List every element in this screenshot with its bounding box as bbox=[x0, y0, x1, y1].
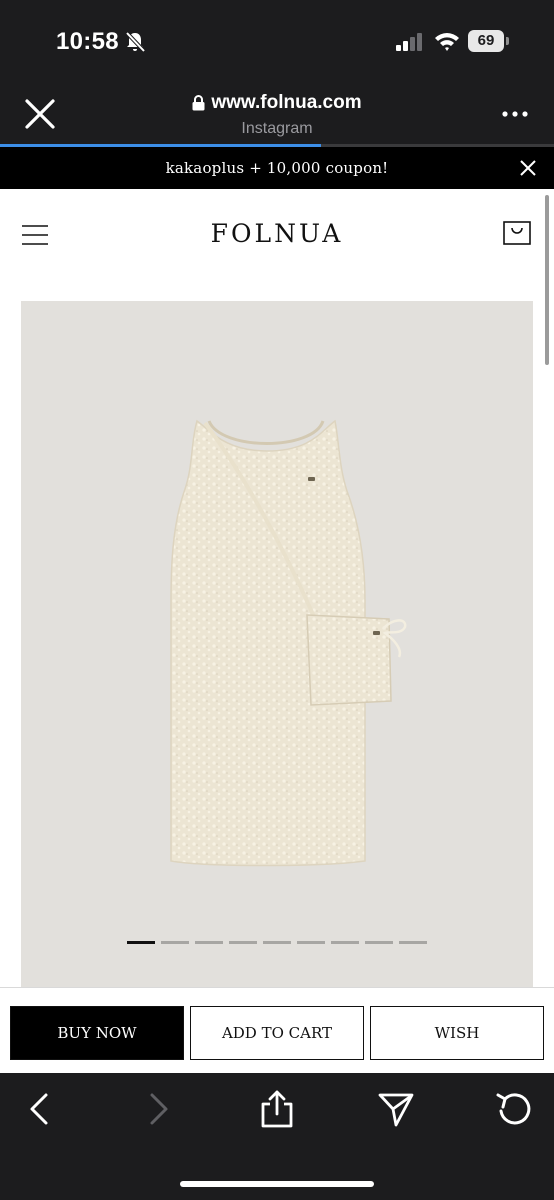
forward-icon bbox=[150, 1093, 168, 1125]
product-image[interactable] bbox=[21, 301, 533, 987]
browser-header: www.folnua.com Instagram bbox=[0, 84, 554, 146]
scrollbar[interactable] bbox=[545, 195, 549, 365]
pager-dot-6[interactable] bbox=[297, 941, 325, 944]
wish-button[interactable]: WISH bbox=[370, 1006, 544, 1060]
brand-logo[interactable]: FOLNUA bbox=[0, 219, 554, 248]
purchase-action-bar: BUY NOW ADD TO CART WISH bbox=[0, 987, 554, 1073]
status-time: 10:58 bbox=[56, 28, 119, 55]
pager-dot-4[interactable] bbox=[229, 941, 257, 944]
pager-dot-8[interactable] bbox=[365, 941, 393, 944]
home-indicator[interactable] bbox=[180, 1181, 374, 1187]
url-text: www.folnua.com bbox=[211, 92, 362, 113]
shopping-bag-icon[interactable] bbox=[503, 219, 531, 245]
pager-dot-3[interactable] bbox=[195, 941, 223, 944]
bell-slash-icon bbox=[125, 31, 146, 53]
reload-icon[interactable] bbox=[494, 1089, 534, 1129]
lock-icon bbox=[192, 95, 205, 111]
promo-banner[interactable]: kakaoplus + 10,000 coupon! bbox=[0, 147, 554, 189]
browser-toolbar bbox=[0, 1073, 554, 1200]
pager-dot-2[interactable] bbox=[161, 941, 189, 944]
more-options-icon[interactable] bbox=[500, 102, 530, 126]
signal-icon bbox=[396, 33, 422, 51]
crochet-dress-image bbox=[170, 419, 407, 867]
battery-nub bbox=[506, 37, 509, 45]
share-icon[interactable] bbox=[257, 1089, 297, 1129]
promo-text: kakaoplus + 10,000 coupon! bbox=[165, 159, 389, 177]
image-pager[interactable] bbox=[127, 941, 427, 944]
promo-close-icon[interactable] bbox=[518, 158, 538, 178]
status-bar: 10:58 69 bbox=[0, 0, 554, 84]
source-label: Instagram bbox=[241, 120, 313, 137]
address-bar[interactable]: www.folnua.com Instagram bbox=[0, 92, 554, 138]
pager-dot-7[interactable] bbox=[331, 941, 359, 944]
pager-dot-5[interactable] bbox=[263, 941, 291, 944]
back-icon[interactable] bbox=[20, 1089, 60, 1129]
wifi-icon bbox=[435, 33, 459, 51]
add-to-cart-button[interactable]: ADD TO CART bbox=[190, 1006, 364, 1060]
send-icon[interactable] bbox=[376, 1089, 416, 1129]
buy-now-button[interactable]: BUY NOW bbox=[10, 1006, 184, 1060]
pager-dot-9[interactable] bbox=[399, 941, 427, 944]
site-content: FOLNUA bbox=[0, 189, 554, 987]
pager-dot-1[interactable] bbox=[127, 941, 155, 944]
battery-level: 69 bbox=[468, 30, 504, 52]
battery-icon: 69 bbox=[468, 30, 510, 52]
